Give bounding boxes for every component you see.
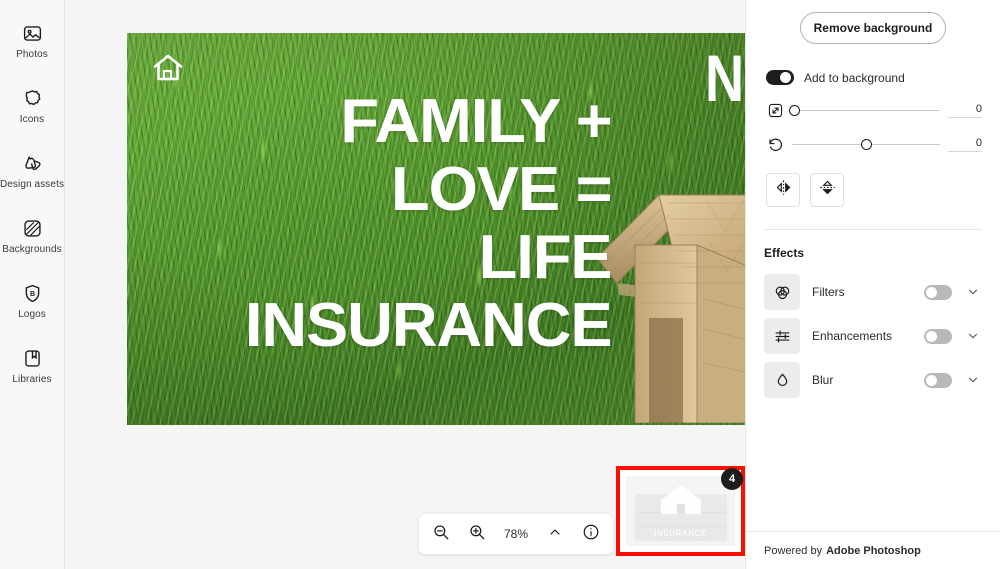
flip-vertical-button[interactable] xyxy=(810,173,844,207)
house-outline-icon xyxy=(151,51,185,85)
enhancements-icon[interactable] xyxy=(764,318,800,354)
filters-toggle[interactable] xyxy=(924,284,952,300)
house-outline-icon xyxy=(658,482,704,516)
scale-slider-row: 0 xyxy=(764,101,982,119)
sidebar-item-label: Backgrounds xyxy=(2,244,62,255)
effect-row-blur[interactable]: Blur xyxy=(764,358,982,402)
flip-horizontal-icon xyxy=(774,178,793,202)
filters-icon[interactable] xyxy=(764,274,800,310)
sidebar-item-icons[interactable]: Icons xyxy=(0,87,65,139)
wooden-house-photo xyxy=(596,123,745,424)
footer-brand: Adobe Photoshop xyxy=(826,544,921,557)
chevron-down-icon[interactable] xyxy=(964,283,982,301)
sidebar-item-label: Logos xyxy=(18,309,46,320)
scale-icon xyxy=(766,101,784,119)
chevron-down-icon[interactable] xyxy=(964,327,982,345)
layer-count-badge: 4 xyxy=(721,468,743,490)
sidebar-item-label: Photos xyxy=(16,49,48,60)
design-assets-icon xyxy=(21,152,43,174)
panel-footer: Powered by Adobe Photoshop xyxy=(746,531,1000,569)
zoom-out-icon xyxy=(432,523,450,546)
headline-text: FAMILY + LOVE = LIFE INSURANCE xyxy=(147,88,613,360)
blur-toggle[interactable] xyxy=(924,372,952,388)
thumbnail-label: INSURANCE xyxy=(654,529,707,538)
footer-prefix: Powered by xyxy=(764,544,823,557)
effects-title: Effects xyxy=(764,246,805,260)
headline-line-4: INSURANCE xyxy=(244,291,613,360)
rotate-slider-track[interactable] xyxy=(792,135,940,153)
enhancements-toggle[interactable] xyxy=(924,328,952,344)
flip-horizontal-button[interactable] xyxy=(766,173,800,207)
flip-buttons-row xyxy=(764,173,982,207)
toggle-knob xyxy=(926,286,937,298)
thumbnail-preview: INSURANCE xyxy=(626,476,735,546)
toggle-knob xyxy=(780,72,791,83)
rotate-icon xyxy=(766,135,784,153)
blur-icon[interactable] xyxy=(764,362,800,398)
toggle-knob xyxy=(926,374,937,386)
zoom-level-value[interactable]: 78% xyxy=(501,527,531,541)
svg-text:B: B xyxy=(29,290,34,297)
icons-icon xyxy=(21,87,43,109)
add-to-background-row: Add to background xyxy=(764,70,982,85)
zoom-in-icon xyxy=(468,523,486,546)
photos-icon xyxy=(21,22,43,44)
zoom-in-button[interactable] xyxy=(465,522,489,546)
cropped-letter: N xyxy=(705,53,745,111)
effect-row-enhancements[interactable]: Enhancements xyxy=(764,314,982,358)
effects-section: Effects Filters Enhancements Blur xyxy=(746,230,1000,402)
canvas-workspace: N FAMILY + LOVE = LIFE INSURANCE 78% INS… xyxy=(65,0,745,569)
selected-layer-thumbnail[interactable]: INSURANCE 4 xyxy=(616,466,745,556)
left-sidebar: Photos Icons Design assets Backgrounds B… xyxy=(0,0,65,569)
sidebar-item-backgrounds[interactable]: Backgrounds xyxy=(0,217,65,269)
backgrounds-icon xyxy=(21,217,43,239)
remove-background-button[interactable]: Remove background xyxy=(800,12,946,44)
right-properties-panel: Remove background Add to background 0 0 … xyxy=(745,0,1000,569)
logos-icon: B xyxy=(21,282,43,304)
app-root: Photos Icons Design assets Backgrounds B… xyxy=(0,0,1000,569)
zoom-presets-button[interactable] xyxy=(543,522,567,546)
headline-line-2: LOVE = xyxy=(391,155,613,224)
headline-line-3: LIFE xyxy=(478,223,613,292)
sidebar-item-logos[interactable]: B Logos xyxy=(0,282,65,334)
zoom-info-button[interactable] xyxy=(579,522,603,546)
effect-row-filters[interactable]: Filters xyxy=(764,270,982,314)
rotate-value[interactable]: 0 xyxy=(948,137,982,152)
flip-vertical-icon xyxy=(818,178,837,202)
sidebar-item-libraries[interactable]: Libraries xyxy=(0,347,65,399)
effect-label: Blur xyxy=(812,373,834,387)
info-icon xyxy=(582,523,600,546)
toggle-knob xyxy=(926,330,937,342)
sidebar-item-label: Design assets xyxy=(0,179,65,190)
sidebar-item-label: Icons xyxy=(19,114,45,125)
zoom-out-button[interactable] xyxy=(429,522,453,546)
chevron-down-icon[interactable] xyxy=(964,371,982,389)
zoom-toolbar: 78% xyxy=(419,514,613,554)
transform-section: Remove background Add to background 0 0 xyxy=(746,0,1000,230)
effect-label: Enhancements xyxy=(812,329,893,343)
slider-line xyxy=(792,110,940,111)
rotate-slider-row: 0 xyxy=(764,135,982,153)
add-to-background-label: Add to background xyxy=(804,70,905,85)
sidebar-item-label: Libraries xyxy=(12,374,52,385)
chevron-up-icon xyxy=(547,524,563,545)
layer-stack-graphic: INSURANCE xyxy=(634,482,727,540)
effect-label: Filters xyxy=(812,285,845,299)
image-canvas[interactable]: N FAMILY + LOVE = LIFE INSURANCE xyxy=(127,33,745,425)
scale-slider-track[interactable] xyxy=(789,101,940,119)
scale-slider-handle[interactable] xyxy=(789,104,801,116)
add-to-background-toggle[interactable] xyxy=(766,70,794,85)
rotate-slider-handle[interactable] xyxy=(860,138,872,150)
sidebar-item-design-assets[interactable]: Design assets xyxy=(0,152,65,204)
libraries-icon xyxy=(21,347,43,369)
scale-value[interactable]: 0 xyxy=(948,103,982,118)
sidebar-item-photos[interactable]: Photos xyxy=(0,22,65,74)
headline-line-1: FAMILY + xyxy=(340,87,612,156)
